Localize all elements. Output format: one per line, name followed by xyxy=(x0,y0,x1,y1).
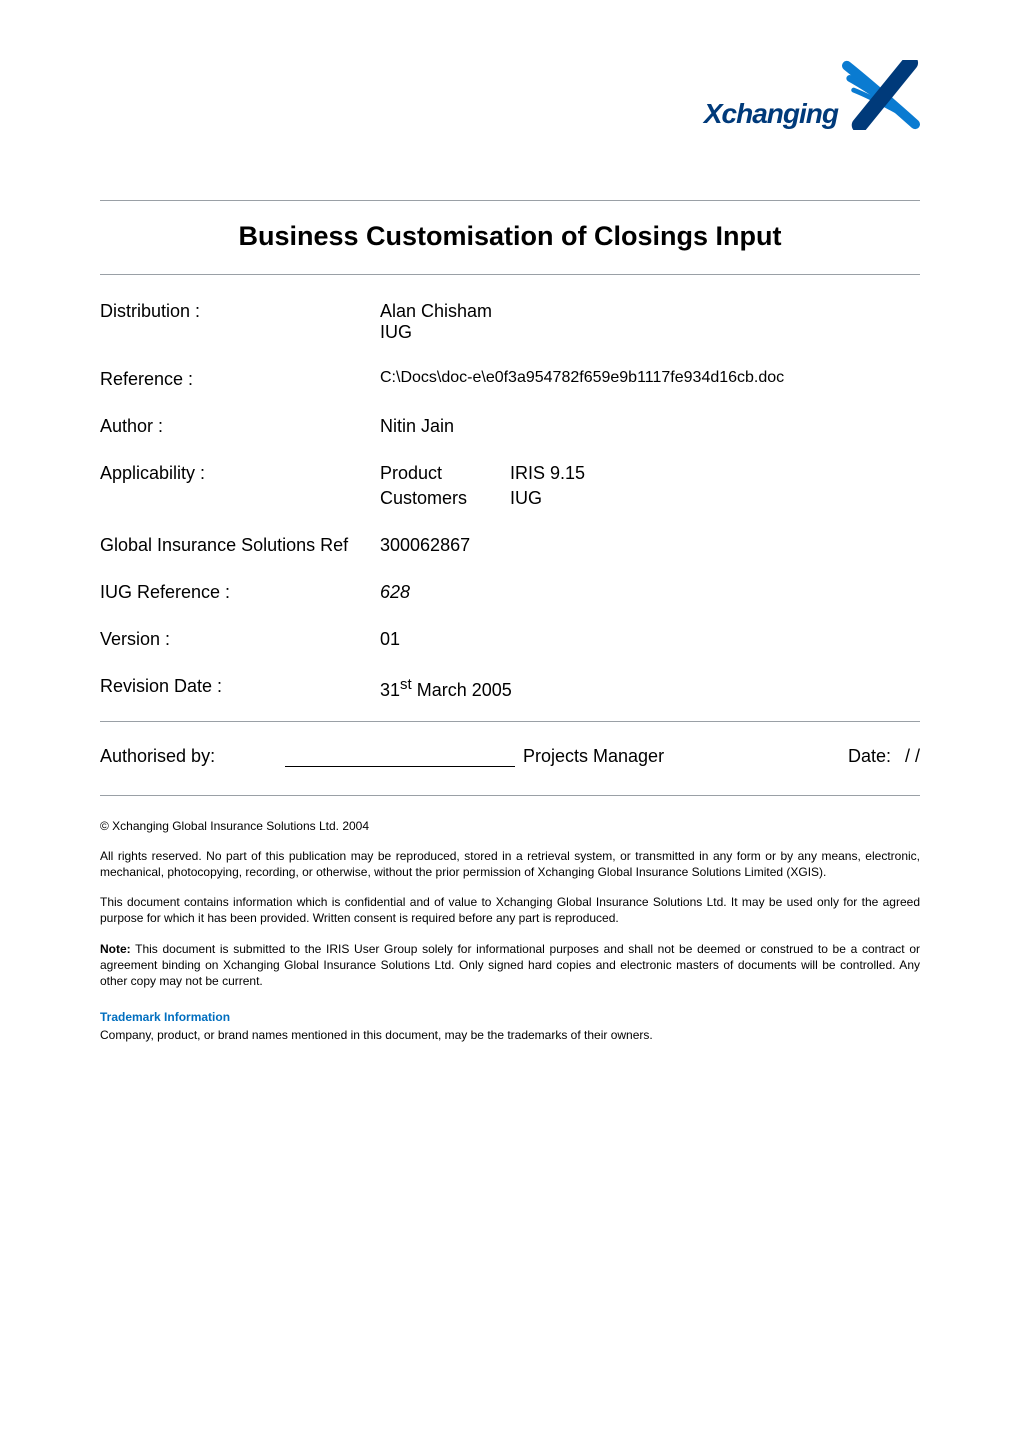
meta-author: Author : Nitin Jain xyxy=(100,416,920,437)
meta-value: Alan Chisham IUG xyxy=(380,301,920,343)
note-label: Note: xyxy=(100,942,131,956)
legal-note-paragraph: Note: This document is submitted to the … xyxy=(100,941,920,990)
meta-label: Revision Date : xyxy=(100,676,380,701)
meta-label: Applicability : xyxy=(100,463,380,509)
authorised-by-label: Authorised by: xyxy=(100,746,285,767)
legal-paragraph: All rights reserved. No part of this pub… xyxy=(100,848,920,880)
document-page: Xchanging Business Customisation of Clos… xyxy=(0,0,1020,1443)
authorised-by-date: Date: / / xyxy=(848,746,920,767)
legal-paragraph: This document contains information which… xyxy=(100,894,920,926)
rule-below-auth xyxy=(100,795,920,796)
applicability-key: Product xyxy=(380,463,510,484)
distribution-line: Alan Chisham xyxy=(380,301,920,322)
document-title: Business Customisation of Closings Input xyxy=(100,221,920,252)
date-value: / / xyxy=(905,746,920,767)
meta-value: Nitin Jain xyxy=(380,416,920,437)
meta-revision-date: Revision Date : 31st March 2005 xyxy=(100,676,920,701)
meta-value: 01 xyxy=(380,629,920,650)
meta-label: Global Insurance Solutions Ref xyxy=(100,535,380,556)
rule-above-auth xyxy=(100,721,920,722)
meta-label: IUG Reference : xyxy=(100,582,380,603)
meta-value: C:\Docs\doc-e\e0f3a954782f659e9b1117fe93… xyxy=(380,369,920,390)
applicability-val: IRIS 9.15 xyxy=(510,463,920,484)
rule-top xyxy=(100,200,920,201)
copyright-line: © Xchanging Global Insurance Solutions L… xyxy=(100,818,920,834)
trademark-body: Company, product, or brand names mention… xyxy=(100,1027,920,1043)
meta-distribution: Distribution : Alan Chisham IUG xyxy=(100,301,920,343)
meta-gis-ref: Global Insurance Solutions Ref 300062867 xyxy=(100,535,920,556)
signature-line xyxy=(285,744,515,767)
revision-ordinal: st xyxy=(400,676,412,693)
meta-version: Version : 01 xyxy=(100,629,920,650)
legal-block: © Xchanging Global Insurance Solutions L… xyxy=(100,818,920,1044)
applicability-key: Customers xyxy=(380,488,510,509)
meta-label: Version : xyxy=(100,629,380,650)
logo: Xchanging xyxy=(100,60,920,130)
applicability-val: IUG xyxy=(510,488,920,509)
authorised-by-row: Authorised by: Projects Manager Date: / … xyxy=(100,744,920,767)
logo-x-icon xyxy=(842,60,920,130)
meta-value: 300062867 xyxy=(380,535,920,556)
metadata-block: Distribution : Alan Chisham IUG Referenc… xyxy=(100,301,920,701)
meta-reference: Reference : C:\Docs\doc-e\e0f3a954782f65… xyxy=(100,369,920,390)
meta-label: Author : xyxy=(100,416,380,437)
revision-day: 31 xyxy=(380,680,400,700)
meta-value: 31st March 2005 xyxy=(380,676,920,701)
meta-value: Product IRIS 9.15 Customers IUG xyxy=(380,463,920,509)
meta-label: Distribution : xyxy=(100,301,380,343)
distribution-line: IUG xyxy=(380,322,920,343)
meta-applicability: Applicability : Product IRIS 9.15 Custom… xyxy=(100,463,920,509)
revision-rest: March 2005 xyxy=(412,680,512,700)
meta-value: 628 xyxy=(380,582,920,603)
authorised-by-role: Projects Manager xyxy=(523,746,664,767)
meta-label: Reference : xyxy=(100,369,380,390)
rule-under-title xyxy=(100,274,920,275)
date-label: Date: xyxy=(848,746,891,767)
logo-wordmark: Xchanging xyxy=(704,98,838,130)
meta-iug-ref: IUG Reference : 628 xyxy=(100,582,920,603)
trademark-heading: Trademark Information xyxy=(100,1009,920,1025)
logo-inner: Xchanging xyxy=(704,60,920,130)
note-body: This document is submitted to the IRIS U… xyxy=(100,942,920,988)
